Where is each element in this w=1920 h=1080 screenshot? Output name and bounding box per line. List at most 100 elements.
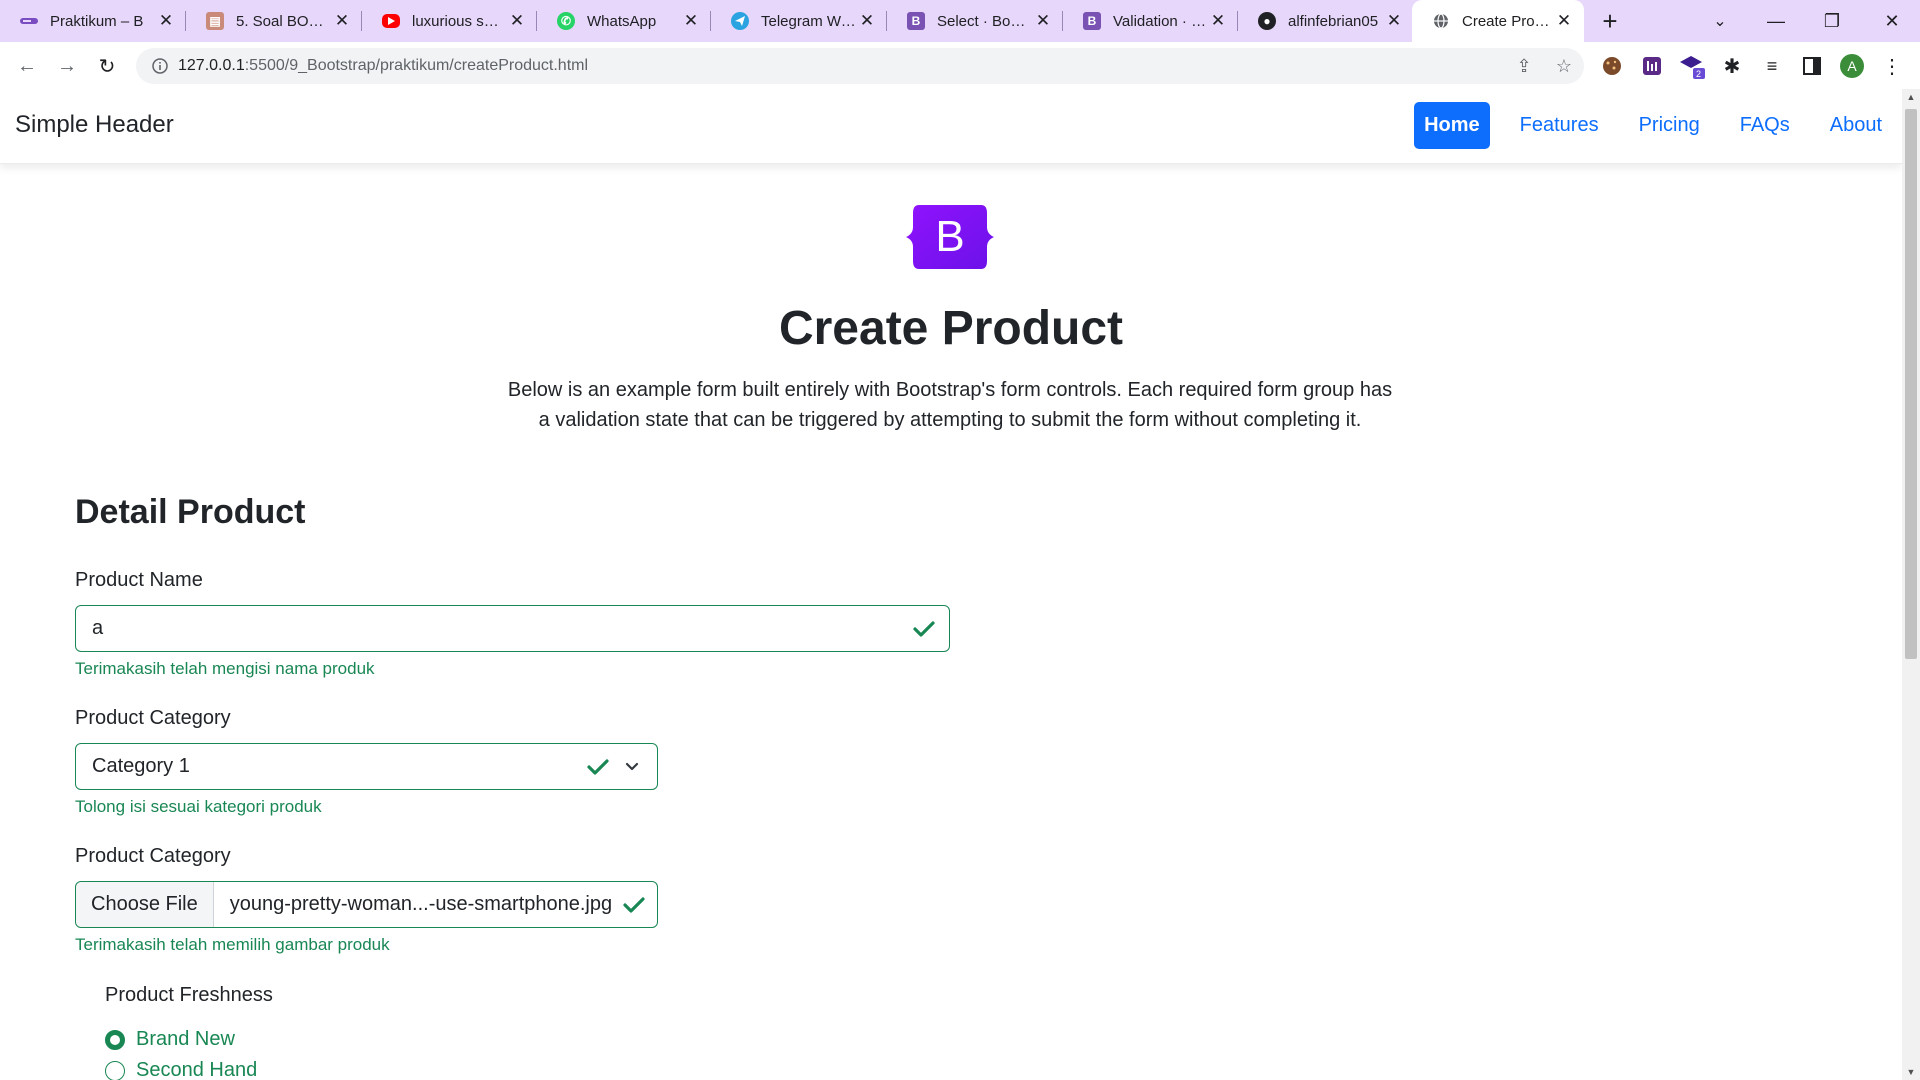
scroll-up-arrow-icon[interactable]: ▲ <box>1902 89 1920 105</box>
share-icon[interactable]: ⇪ <box>1504 56 1544 77</box>
browser-tab[interactable]: Telegram Web ✕ <box>711 0 887 42</box>
product-freshness-label: Product Freshness <box>105 984 273 1006</box>
back-arrow-icon[interactable]: ← <box>11 50 43 82</box>
tab-title: WhatsApp <box>587 12 657 30</box>
nav-features[interactable]: Features <box>1500 102 1619 149</box>
browser-tab[interactable]: B Select · Bootst ✕ <box>887 0 1063 42</box>
url-path: :5500/9_Bootstrap/praktikum/createProduc… <box>244 57 589 74</box>
tab-title: alfinfebrian05 <box>1288 12 1379 30</box>
page-viewport: Simple Header Home Features Pricing FAQs… <box>0 89 1920 1080</box>
lead-line-2: a validation state that can be triggered… <box>538 409 1362 431</box>
close-tab-icon[interactable]: ✕ <box>1033 11 1053 31</box>
tab-title: luxurious spec <box>412 12 507 30</box>
cookie-extension-icon[interactable] <box>1598 52 1626 80</box>
page-lead: Below is an example form built entirely … <box>500 375 1400 435</box>
new-tab-button[interactable]: + <box>1596 8 1624 36</box>
youtube-icon <box>382 14 400 28</box>
bootstrap-logo-icon: B <box>906 205 994 269</box>
tab-title: 5. Soal BOOTS <box>236 12 332 30</box>
close-window-button[interactable]: ✕ <box>1864 0 1920 42</box>
extension-badge: 2 <box>1696 69 1701 79</box>
product-name-input[interactable]: a <box>75 605 950 652</box>
url-text: 127.0.0.1:5500/9_Bootstrap/praktikum/cre… <box>178 57 1504 75</box>
nav-home[interactable]: Home <box>1414 102 1490 149</box>
tab-title: Select · Bootst <box>937 12 1033 30</box>
main-nav: Home Features Pricing FAQs About <box>1414 102 1902 149</box>
product-category-select[interactable]: Category 1 <box>75 743 658 790</box>
browser-tab[interactable]: luxurious spec ✕ <box>362 0 537 42</box>
media-control-icon[interactable]: ≡ <box>1758 52 1786 80</box>
browser-tabstrip: Praktikum – B ✕ ▤ 5. Soal BOOTS ✕ luxuri… <box>0 0 1920 42</box>
product-image-file-input[interactable]: Choose File young-pretty-woman...-use-sm… <box>75 881 658 928</box>
radio-unchecked-icon[interactable] <box>105 1060 125 1080</box>
product-name-value: a <box>92 617 104 639</box>
nav-pricing[interactable]: Pricing <box>1619 102 1720 149</box>
tab-title: Telegram Web <box>761 12 857 30</box>
close-tab-icon[interactable]: ✕ <box>1554 11 1574 31</box>
tab-title: Validation · Bo <box>1113 12 1208 30</box>
tab-search-chevron-icon[interactable]: ⌄ <box>1692 0 1748 42</box>
page-scrollbar[interactable]: ▲ ▼ <box>1902 89 1920 1080</box>
close-tab-icon[interactable]: ✕ <box>681 11 701 31</box>
bookmark-star-icon[interactable]: ☆ <box>1544 56 1584 77</box>
profile-initial: A <box>1847 58 1857 74</box>
extension-icon[interactable] <box>1638 52 1666 80</box>
radio-brand-new[interactable]: Brand New <box>105 1028 235 1051</box>
browser-tab[interactable]: Praktikum – B ✕ <box>0 0 186 42</box>
scrollbar-thumb[interactable] <box>1905 109 1917 659</box>
brand-title[interactable]: Simple Header <box>15 111 174 139</box>
close-tab-icon[interactable]: ✕ <box>1384 11 1404 31</box>
side-panel-icon[interactable] <box>1798 52 1826 80</box>
globe-icon <box>1432 12 1450 30</box>
browser-tab[interactable]: ● alfinfebrian05 ✕ <box>1238 0 1414 42</box>
graduation-cap-extension-icon[interactable]: 2 <box>1678 52 1706 80</box>
valid-check-icon <box>623 894 645 916</box>
choose-file-button[interactable]: Choose File <box>76 882 214 927</box>
profile-avatar[interactable]: A <box>1838 52 1866 80</box>
minimize-button[interactable]: — <box>1748 0 1804 42</box>
reload-icon[interactable]: ↻ <box>91 50 123 82</box>
browser-tab[interactable]: ✆ WhatsApp ✕ <box>537 0 711 42</box>
product-image-feedback: Terimakasih telah memilih gambar produk <box>75 935 390 954</box>
bootstrap-icon: B <box>1083 12 1101 30</box>
product-category-feedback: Tolong isi sesuai kategori produk <box>75 797 322 816</box>
close-tab-icon[interactable]: ✕ <box>156 11 176 31</box>
close-tab-icon[interactable]: ✕ <box>332 11 352 31</box>
radio-second-hand[interactable]: Second Hand <box>105 1059 257 1080</box>
logo-letter: B <box>935 212 964 261</box>
radio-label: Second Hand <box>136 1059 258 1080</box>
browser-menu-icon[interactable]: ⋮ <box>1878 52 1906 80</box>
page-title: Create Product <box>778 302 1124 355</box>
radio-checked-icon[interactable] <box>105 1029 125 1050</box>
site-info-icon[interactable] <box>142 58 178 74</box>
praktikum-favicon-icon <box>20 12 38 30</box>
product-image-label: Product Category <box>75 845 231 867</box>
browser-tab[interactable]: B Validation · Bo ✕ <box>1063 0 1238 42</box>
section-title: Detail Product <box>75 493 306 531</box>
nav-about[interactable]: About <box>1810 102 1902 149</box>
scroll-down-arrow-icon[interactable]: ▼ <box>1902 1064 1920 1080</box>
close-tab-icon[interactable]: ✕ <box>1208 11 1228 31</box>
close-tab-icon[interactable]: ✕ <box>507 11 527 31</box>
browser-tab[interactable]: ▤ 5. Soal BOOTS ✕ <box>186 0 362 42</box>
restore-button[interactable]: ❐ <box>1804 0 1860 42</box>
puzzle-extensions-icon[interactable]: ✱ <box>1718 52 1746 80</box>
tab-title: Praktikum – B <box>50 12 144 30</box>
address-bar[interactable]: 127.0.0.1:5500/9_Bootstrap/praktikum/cre… <box>136 48 1584 84</box>
close-tab-icon[interactable]: ✕ <box>857 11 877 31</box>
radio-label: Brand New <box>136 1028 235 1050</box>
tab-title: Create Produc <box>1462 12 1554 30</box>
product-name-feedback: Terimakasih telah mengisi nama produk <box>75 659 375 678</box>
chevron-down-icon <box>621 756 643 778</box>
browser-tab-active[interactable]: Create Produc ✕ <box>1412 0 1584 42</box>
forward-arrow-icon[interactable]: → <box>51 50 83 82</box>
selected-file-name: young-pretty-woman...-use-smartphone.jpg <box>229 893 613 915</box>
whatsapp-icon: ✆ <box>557 12 575 30</box>
docs-favicon-icon: ▤ <box>206 12 224 30</box>
valid-check-icon <box>913 618 935 640</box>
nav-faqs[interactable]: FAQs <box>1720 102 1810 149</box>
product-name-label: Product Name <box>75 569 203 591</box>
site-header: Simple Header Home Features Pricing FAQs… <box>0 89 1902 164</box>
browser-toolbar: ← → ↻ 127.0.0.1:5500/9_Bootstrap/praktik… <box>0 42 1920 89</box>
github-icon: ● <box>1258 12 1276 30</box>
